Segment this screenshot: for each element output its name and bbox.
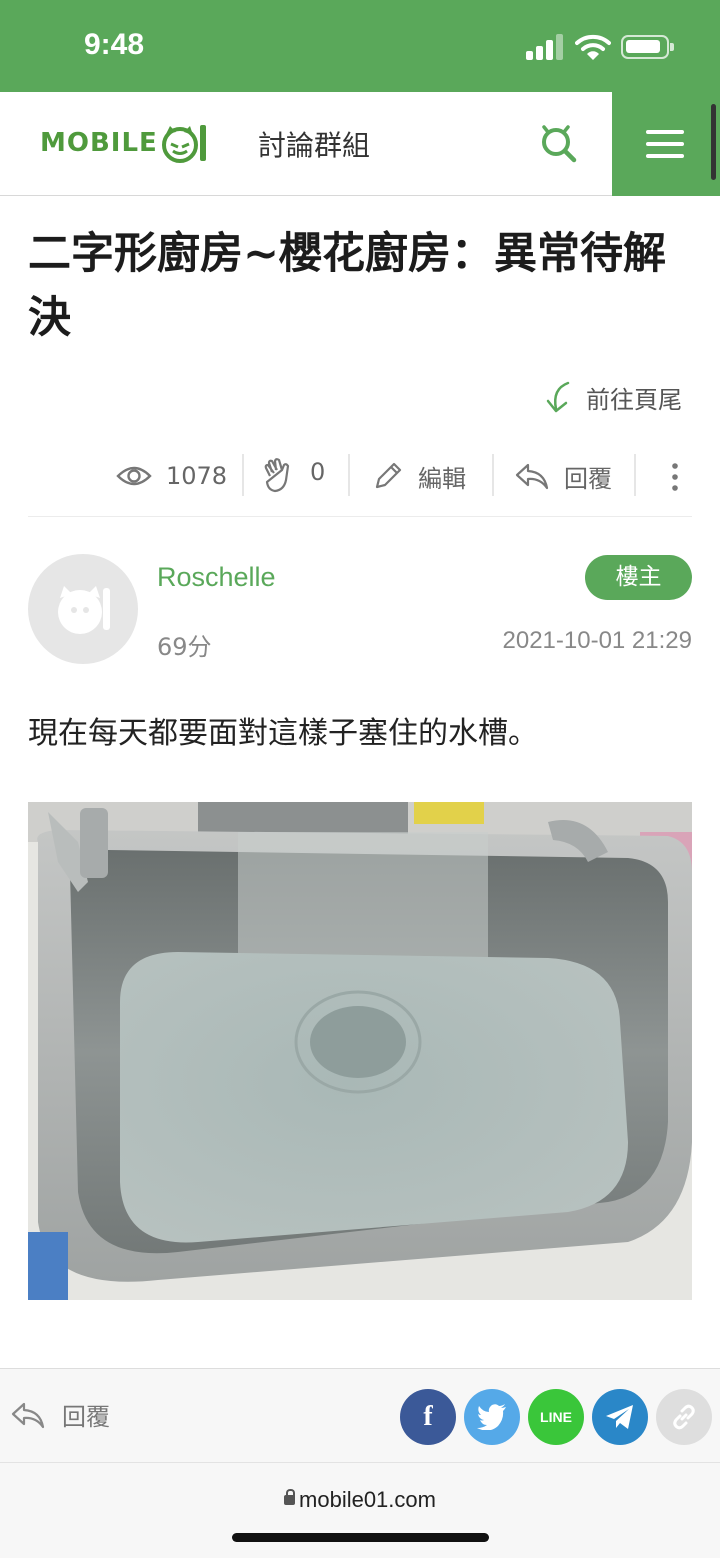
share-twitter-button[interactable] xyxy=(464,1389,520,1445)
reply-label: 回覆 xyxy=(564,464,612,493)
mobile01-logo[interactable]: MOBILE xyxy=(40,122,210,164)
share-copy-link-button[interactable] xyxy=(656,1389,712,1445)
share-telegram-button[interactable] xyxy=(592,1389,648,1445)
facebook-icon: f xyxy=(423,1401,433,1432)
wifi-icon xyxy=(575,34,611,60)
post-timestamp: 2021-10-01 21:29 xyxy=(502,627,693,654)
status-bar: 9:48 xyxy=(0,0,720,92)
eye-icon xyxy=(116,466,152,486)
hamburger-menu-button[interactable] xyxy=(612,92,720,196)
reply-button[interactable]: 回覆 xyxy=(514,448,612,504)
like-count-value: 0 xyxy=(310,458,326,486)
like-button[interactable]: 0 xyxy=(262,448,325,504)
reply-arrow-icon xyxy=(515,463,549,490)
url-text: mobile01.com xyxy=(299,1487,436,1512)
arrow-down-icon xyxy=(546,381,570,412)
view-count: 1078 xyxy=(116,448,227,504)
avatar[interactable] xyxy=(28,554,138,664)
share-facebook-button[interactable]: f xyxy=(400,1389,456,1445)
post-action-bar: 1078 0 編輯 回覆 xyxy=(0,448,720,518)
site-header: MOBILE 討論群組 xyxy=(0,92,720,196)
default-avatar-icon xyxy=(58,586,110,634)
bottom-reply-label: 回覆 xyxy=(62,1403,110,1431)
reply-arrow-icon xyxy=(11,1402,45,1428)
share-line-button[interactable]: LINE xyxy=(528,1389,584,1445)
line-icon: LINE xyxy=(540,1409,572,1425)
edit-button[interactable]: 編輯 xyxy=(372,448,466,504)
logo-text: MOBILE xyxy=(40,128,158,158)
clap-icon xyxy=(264,458,290,493)
edit-label: 編輯 xyxy=(418,464,466,493)
goto-bottom-link[interactable]: 前往頁尾 xyxy=(544,380,682,415)
twitter-bird-icon xyxy=(477,1404,506,1430)
goto-bottom-label: 前往頁尾 xyxy=(586,386,682,414)
author-name[interactable]: Roschelle xyxy=(157,562,276,593)
post-title: 二字形廚房~櫻花廚房：異常待解決 xyxy=(28,229,667,343)
post-image-sink[interactable] xyxy=(28,802,692,1300)
lock-icon xyxy=(284,1489,296,1506)
share-bar: 回覆 f LINE xyxy=(0,1368,720,1462)
logo-mascot-icon xyxy=(161,125,206,163)
link-icon xyxy=(673,1404,695,1430)
bottom-reply-button[interactable]: 回覆 xyxy=(10,1397,110,1432)
telegram-plane-icon xyxy=(606,1405,633,1429)
view-count-value: 1078 xyxy=(166,462,228,490)
scroll-indicator xyxy=(711,104,716,180)
browser-address-bar: mobile01.com xyxy=(0,1462,720,1558)
divider xyxy=(28,516,692,517)
battery-icon xyxy=(621,35,674,59)
post-body-text: 現在每天都要面對這樣子塞住的水槽。 xyxy=(28,716,538,751)
status-time: 9:48 xyxy=(84,28,145,61)
cellular-signal-icon xyxy=(526,34,564,60)
more-options-icon[interactable] xyxy=(670,462,680,492)
search-icon[interactable] xyxy=(536,122,580,166)
home-indicator[interactable] xyxy=(232,1533,489,1542)
op-badge: 樓主 xyxy=(585,555,692,600)
pencil-icon xyxy=(375,462,402,489)
url-field[interactable]: mobile01.com xyxy=(0,1487,720,1513)
section-title[interactable]: 討論群組 xyxy=(258,124,370,164)
author-score: 69分 xyxy=(157,633,212,661)
